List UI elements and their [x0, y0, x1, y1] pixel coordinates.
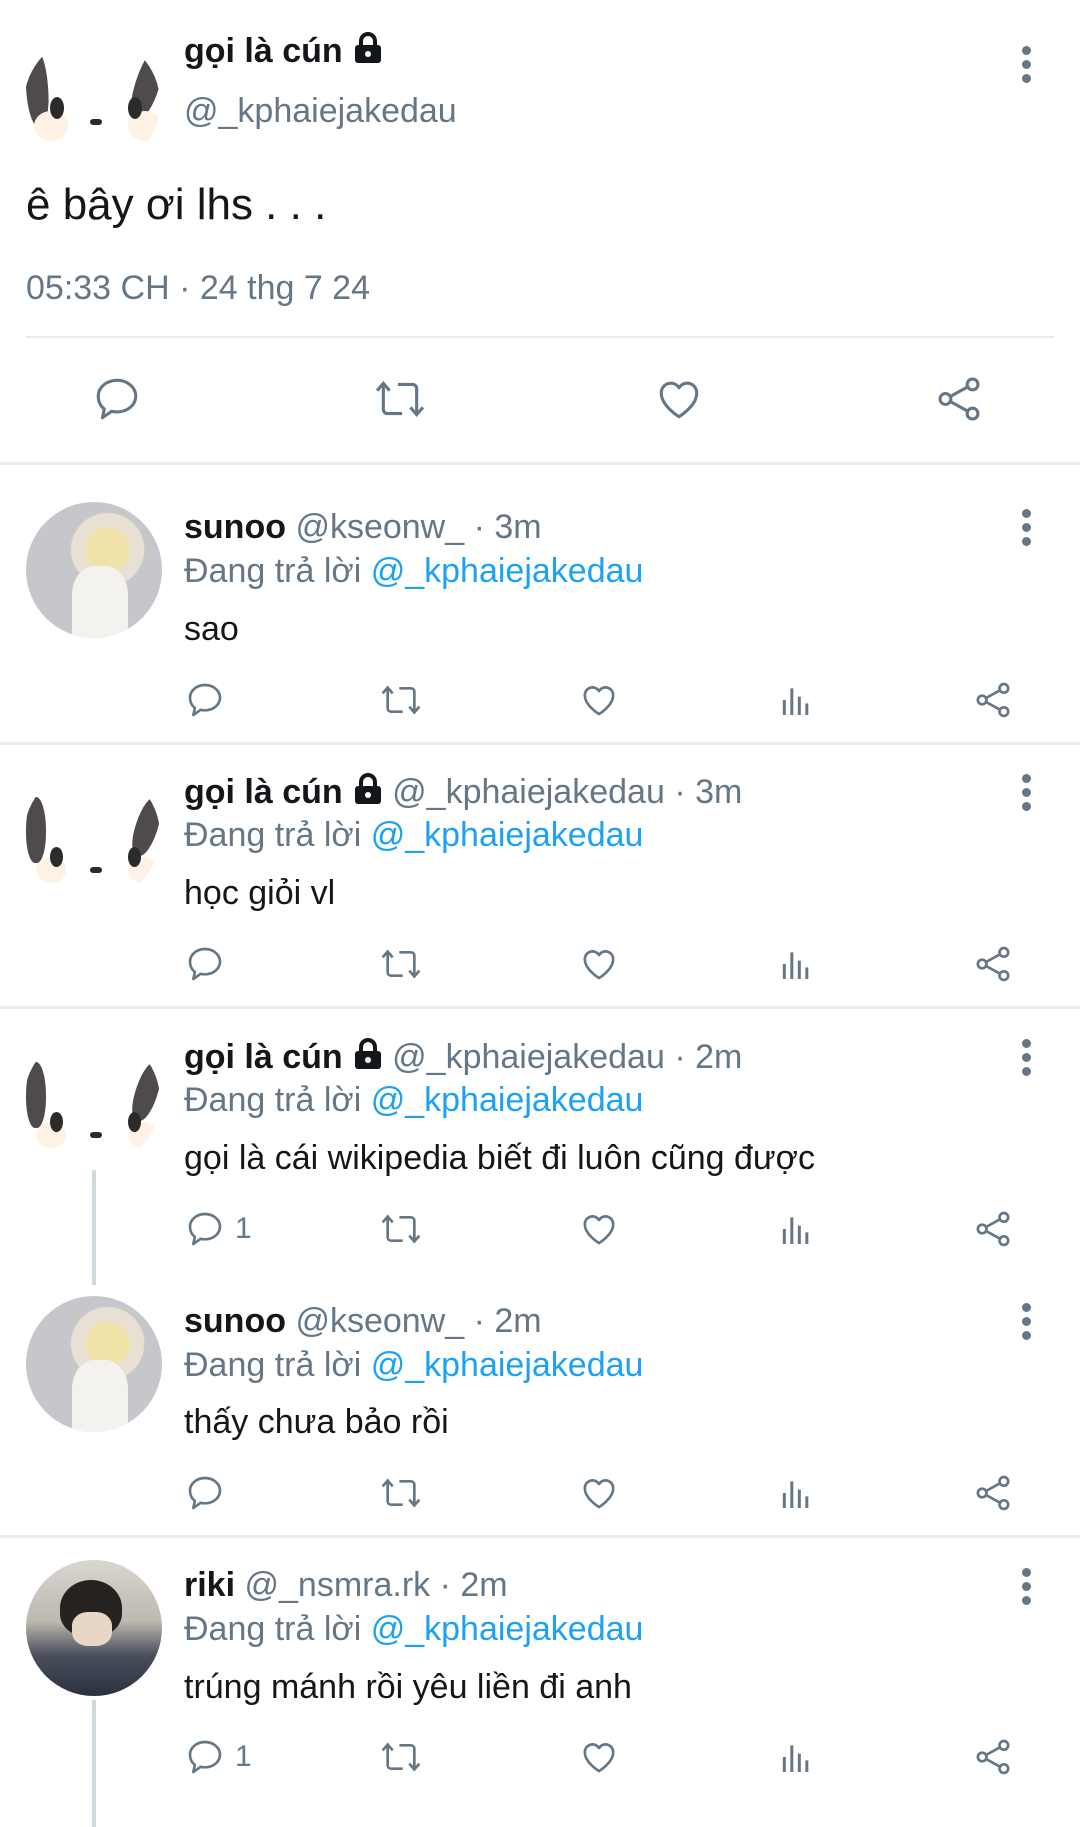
mention-link[interactable]: @_kphaiejakedau — [371, 816, 644, 854]
divider — [0, 1006, 1080, 1009]
reply-time: · 3m — [473, 508, 542, 546]
replying-label: Đang trả lời — [184, 552, 362, 590]
divider — [0, 742, 1080, 745]
thread-line — [92, 1170, 96, 1285]
replying-to: Đang trả lời @_kphaiejakedau — [184, 1609, 643, 1649]
replying-label: Đang trả lời — [184, 1610, 362, 1648]
retweet-icon[interactable] — [379, 1737, 423, 1777]
reply-text: gọi là cái wikipedia biết đi luôn cũng đ… — [184, 1139, 815, 1177]
tweet-timestamp[interactable]: 05:33 CH · 24 thg 7 24 — [26, 268, 370, 308]
replying-label: Đang trả lời — [184, 816, 362, 854]
like-icon[interactable] — [579, 1209, 619, 1249]
divider — [0, 462, 1080, 465]
retweet-icon[interactable] — [379, 680, 423, 720]
reply-count: 1 — [235, 1740, 252, 1773]
reply-time: · 2m — [674, 1038, 743, 1076]
more-icon[interactable] — [1020, 1303, 1034, 1345]
more-icon[interactable] — [1020, 509, 1034, 551]
avatar[interactable] — [24, 1032, 160, 1168]
analytics-icon[interactable] — [776, 944, 816, 984]
share-icon[interactable] — [973, 1473, 1013, 1513]
handle[interactable]: @kseonw_ — [295, 508, 464, 546]
analytics-icon[interactable] — [776, 680, 816, 720]
like-icon[interactable] — [579, 1737, 619, 1777]
avatar[interactable] — [24, 35, 160, 171]
lock-icon — [353, 773, 383, 814]
reply-icon[interactable] — [185, 680, 225, 720]
reply-icon[interactable] — [92, 374, 142, 424]
replying-to: Đang trả lời @_kphaiejakedau — [184, 1080, 643, 1120]
mention-link[interactable]: @_kphaiejakedau — [371, 1610, 644, 1648]
analytics-icon[interactable] — [776, 1209, 816, 1249]
reply-text: học giỏi vl — [184, 874, 336, 912]
more-icon[interactable] — [1020, 1568, 1034, 1610]
like-icon[interactable] — [579, 944, 619, 984]
reply-header: sunoo @kseonw_ · 3m — [184, 507, 542, 547]
share-icon[interactable] — [973, 1737, 1013, 1777]
display-name[interactable]: sunoo — [184, 1302, 286, 1340]
retweet-icon[interactable] — [379, 1473, 423, 1513]
more-icon[interactable] — [1020, 774, 1034, 816]
reply-icon[interactable] — [185, 944, 225, 984]
display-name[interactable]: gọi là cún — [184, 1038, 343, 1076]
reply-time: · 2m — [473, 1302, 542, 1340]
replying-to: Đang trả lời @_kphaiejakedau — [184, 1345, 643, 1385]
reply-header: gọi là cún @_kphaiejakedau · 2m — [184, 1037, 742, 1079]
mention-link[interactable]: @_kphaiejakedau — [371, 1346, 644, 1384]
handle[interactable]: @_nsmra.rk — [245, 1566, 431, 1604]
handle[interactable]: @_kphaiejakedau — [184, 91, 457, 131]
replying-label: Đang trả lời — [184, 1081, 362, 1119]
display-name[interactable]: riki — [184, 1566, 235, 1604]
retweet-icon[interactable] — [379, 1209, 423, 1249]
avatar[interactable] — [26, 502, 162, 638]
reply-time: · 2m — [439, 1566, 508, 1604]
reply-icon[interactable] — [185, 1473, 225, 1513]
analytics-icon[interactable] — [776, 1737, 816, 1777]
replying-to: Đang trả lời @_kphaiejakedau — [184, 815, 643, 855]
reply-text: thấy chưa bảo rồi — [184, 1403, 449, 1441]
lock-icon — [353, 32, 383, 73]
retweet-icon[interactable] — [379, 944, 423, 984]
display-name[interactable]: sunoo — [184, 508, 286, 546]
thread-line — [92, 1700, 96, 1827]
reply-text: trúng mánh rồi yêu liền đi anh — [184, 1668, 632, 1706]
analytics-icon[interactable] — [776, 1473, 816, 1513]
share-icon[interactable] — [973, 944, 1013, 984]
reply-header: riki @_nsmra.rk · 2m — [184, 1565, 508, 1605]
mention-link[interactable]: @_kphaiejakedau — [371, 552, 644, 590]
mention-link[interactable]: @_kphaiejakedau — [371, 1081, 644, 1119]
share-icon[interactable] — [934, 374, 984, 424]
share-icon[interactable] — [973, 680, 1013, 720]
avatar[interactable] — [24, 767, 160, 903]
tweet-text: ê bây ơi lhs . . . — [26, 180, 327, 229]
reply-icon[interactable] — [185, 1209, 225, 1249]
like-icon[interactable] — [579, 680, 619, 720]
reply-header: gọi là cún @_kphaiejakedau · 3m — [184, 772, 742, 814]
avatar[interactable] — [26, 1296, 162, 1432]
handle[interactable]: @_kphaiejakedau — [392, 1038, 665, 1076]
handle[interactable]: @kseonw_ — [295, 1302, 464, 1340]
replying-label: Đang trả lời — [184, 1346, 362, 1384]
divider — [0, 1535, 1080, 1538]
reply-text: sao — [184, 610, 239, 648]
more-icon[interactable] — [1020, 1039, 1034, 1081]
retweet-icon[interactable] — [372, 374, 428, 424]
divider — [26, 336, 1054, 338]
share-icon[interactable] — [973, 1209, 1013, 1249]
display-name[interactable]: gọi là cún — [184, 773, 343, 811]
like-icon[interactable] — [579, 1473, 619, 1513]
display-name[interactable]: gọi là cún — [184, 31, 383, 73]
reply-header: sunoo @kseonw_ · 2m — [184, 1301, 542, 1341]
like-icon[interactable] — [654, 374, 704, 424]
reply-time: · 3m — [674, 773, 743, 811]
reply-icon[interactable] — [185, 1737, 225, 1777]
lock-icon — [353, 1038, 383, 1079]
reply-count: 1 — [235, 1212, 252, 1245]
handle[interactable]: @_kphaiejakedau — [392, 773, 665, 811]
avatar[interactable] — [26, 1560, 162, 1696]
more-icon[interactable] — [1020, 46, 1034, 88]
replying-to: Đang trả lời @_kphaiejakedau — [184, 551, 643, 591]
